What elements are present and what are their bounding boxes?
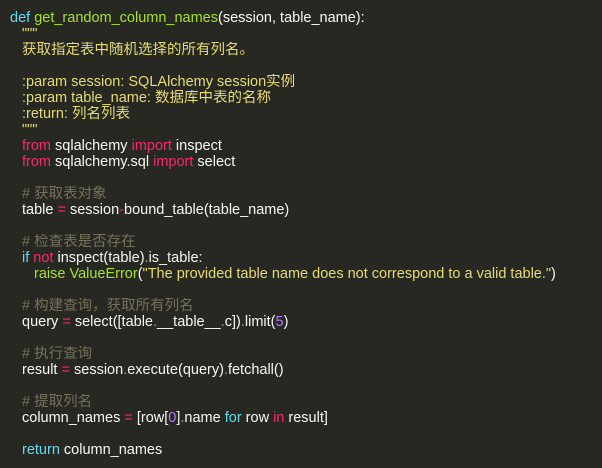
identifier: result] xyxy=(284,410,328,426)
operator: = xyxy=(62,314,71,330)
identifier: limit( xyxy=(244,314,276,330)
code-line-26: column_names = [row[0].name for row in r… xyxy=(10,410,602,426)
paren: ) xyxy=(283,314,289,330)
code-line-10: from sqlalchemy.sql import select xyxy=(10,154,602,170)
code-line-19: # 构建查询，获取所有列名 xyxy=(22,298,194,314)
class-name: ValueError xyxy=(69,266,138,282)
keyword: from xyxy=(22,154,51,170)
code-line-23: result = session.execute(query).fetchall… xyxy=(10,362,602,378)
function-args: (session, table_name): xyxy=(217,10,365,26)
code-line-3: 获取指定表中随机选择的所有列名。 xyxy=(22,42,254,58)
code-line-28: return column_names xyxy=(10,442,602,458)
code-editor[interactable]: def get_random_column_names(session, tab… xyxy=(0,0,602,468)
operator: = xyxy=(61,362,70,378)
paren: ) xyxy=(551,266,556,282)
import-name: inspect xyxy=(175,138,222,154)
identifier: query xyxy=(22,314,59,330)
keyword: from xyxy=(22,138,51,154)
module-name: sqlalchemy xyxy=(55,138,128,154)
keyword: return xyxy=(22,442,60,458)
code-line-25: # 提取列名 xyxy=(22,394,93,410)
code-line-15: # 检查表是否存在 xyxy=(22,234,136,250)
keyword: for xyxy=(224,410,242,426)
operator: = xyxy=(124,410,133,426)
keyword: if xyxy=(22,250,30,266)
identifier: table xyxy=(22,202,54,218)
function-name: get_random_column_names xyxy=(34,10,218,26)
code-line-2: """ xyxy=(22,26,38,42)
keyword: not xyxy=(33,250,54,266)
keyword: in xyxy=(273,410,285,426)
identifier: name xyxy=(184,410,225,426)
identifier: session xyxy=(74,362,124,378)
import-name: select xyxy=(197,154,236,170)
string-literal: "The provided table name does not corres… xyxy=(142,266,552,282)
identifier: bound_table(table_name) xyxy=(124,202,290,218)
identifier: row xyxy=(241,410,274,426)
code-line-17: raise ValueError("The provided table nam… xyxy=(10,266,602,282)
number-literal: 5 xyxy=(275,314,284,330)
identifier: fetchall() xyxy=(227,362,284,378)
keyword: import xyxy=(153,154,194,170)
code-line-6: :param table_name: 数据库中表的名称 xyxy=(22,90,271,106)
code-line-20: query = select([table.__table__.c]).limi… xyxy=(10,314,602,330)
code-line-12: # 获取表对象 xyxy=(22,186,107,202)
identifier: column_names xyxy=(63,442,163,458)
identifier: column_names xyxy=(22,410,121,426)
code-line-13: table = session-bound_table(table_name) xyxy=(10,202,602,218)
identifier: [row[ xyxy=(136,410,169,426)
identifier: session xyxy=(69,202,120,218)
code-line-16: if not inspect(table).is_table: xyxy=(10,250,602,266)
code-line-9: from sqlalchemy import inspect xyxy=(10,138,602,154)
code-line-22: # 执行查询 xyxy=(22,346,93,362)
identifier: c]) xyxy=(224,314,241,330)
code-line-1: def get_random_column_names(session, tab… xyxy=(10,10,602,26)
module-name: sqlalchemy.sql xyxy=(55,154,150,170)
operator: = xyxy=(57,202,66,218)
keyword: def xyxy=(10,10,31,26)
keyword: import xyxy=(131,138,172,154)
identifier: execute(query) xyxy=(127,362,224,378)
code-line-8: """ xyxy=(22,122,38,138)
identifier: result xyxy=(22,362,58,378)
identifier: select([table xyxy=(74,314,153,330)
code-line-7: :return: 列名列表 xyxy=(22,106,130,122)
identifier: is_table: xyxy=(148,250,203,266)
identifier: __table__ xyxy=(157,314,221,330)
code-line-5: :param session: SQLAlchemy session实例 xyxy=(22,74,296,90)
keyword: raise xyxy=(34,266,66,282)
identifier: inspect(table) xyxy=(57,250,145,266)
